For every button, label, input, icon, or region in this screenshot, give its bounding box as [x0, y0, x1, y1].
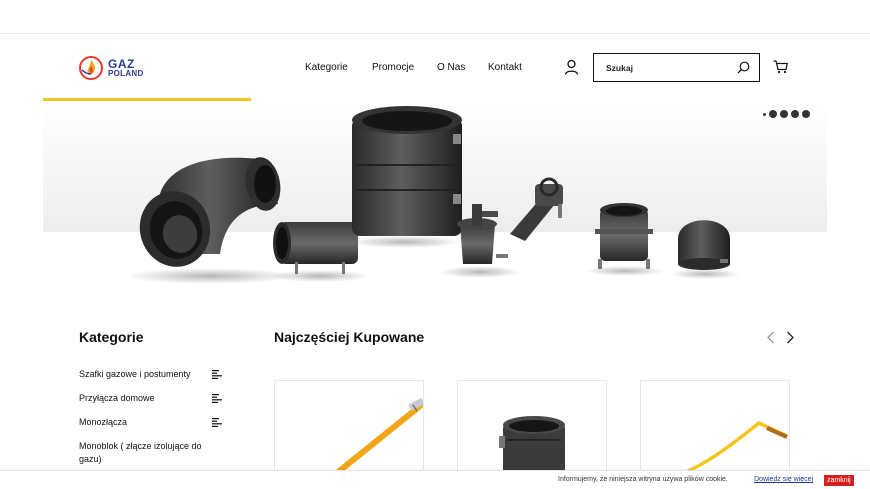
top-bar [0, 0, 870, 34]
slider-dot-active[interactable] [763, 112, 766, 116]
product-card[interactable] [640, 380, 790, 480]
product-image [499, 416, 565, 479]
submenu-icon[interactable] [212, 394, 222, 403]
hero-slider-dots [763, 110, 810, 118]
cookie-text: Informujemy, że niniejsza witryna używa … [558, 476, 728, 483]
product-image [324, 397, 423, 479]
nav-kategorie[interactable]: Kategorie [305, 62, 348, 73]
category-item[interactable]: Monoblok ( złącze izolujące do gazu) [79, 440, 224, 464]
nav-kontakt[interactable]: Kontakt [488, 62, 522, 73]
categories-list: Szafki gazowe i postumenty Przyłącza dom… [79, 368, 224, 464]
categories-title: Kategorie [79, 329, 144, 345]
site-logo[interactable]: GAZ POLAND [78, 55, 144, 81]
product-image [661, 420, 788, 479]
category-item[interactable]: Przyłącza domowe [79, 392, 224, 416]
flame-icon [79, 56, 103, 80]
category-label: Monoblok ( złącze izolujące do gazu) [79, 441, 202, 464]
product-card[interactable] [457, 380, 607, 480]
hero-product-image [130, 106, 740, 284]
search-input[interactable] [594, 55, 729, 80]
category-label: Monozłącza [79, 417, 128, 427]
user-account-icon[interactable] [564, 59, 579, 75]
nav-o-nas[interactable]: O Nas [437, 62, 465, 73]
chevron-right-icon[interactable] [785, 331, 795, 344]
cookie-bar: Informujemy, że niniejsza witryna używa … [0, 470, 870, 489]
bestsellers-title: Najczęściej Kupowane [274, 329, 425, 345]
search-box [593, 53, 760, 82]
cart-icon[interactable] [773, 60, 788, 74]
search-icon[interactable] [737, 61, 750, 74]
category-item[interactable]: Szafki gazowe i postumenty [79, 368, 224, 392]
logo-text-poland: POLAND [108, 69, 144, 78]
slider-dot[interactable] [769, 110, 777, 118]
submenu-icon[interactable] [212, 370, 222, 379]
product-card[interactable] [274, 380, 424, 480]
chevron-left-icon[interactable] [766, 331, 776, 344]
slider-dot[interactable] [802, 110, 810, 118]
accent-underline [43, 98, 251, 101]
cookie-more-link[interactable]: Dowiedz się więcej [754, 476, 813, 483]
category-item[interactable]: Monozłącza [79, 416, 224, 440]
slider-dot[interactable] [791, 110, 799, 118]
category-label: Przyłącza domowe [79, 393, 155, 403]
nav-promocje[interactable]: Promocje [372, 62, 414, 73]
category-label: Szafki gazowe i postumenty [79, 369, 191, 379]
submenu-icon[interactable] [212, 418, 222, 427]
slider-dot[interactable] [780, 110, 788, 118]
cookie-close-button[interactable]: zamknij [824, 475, 854, 486]
